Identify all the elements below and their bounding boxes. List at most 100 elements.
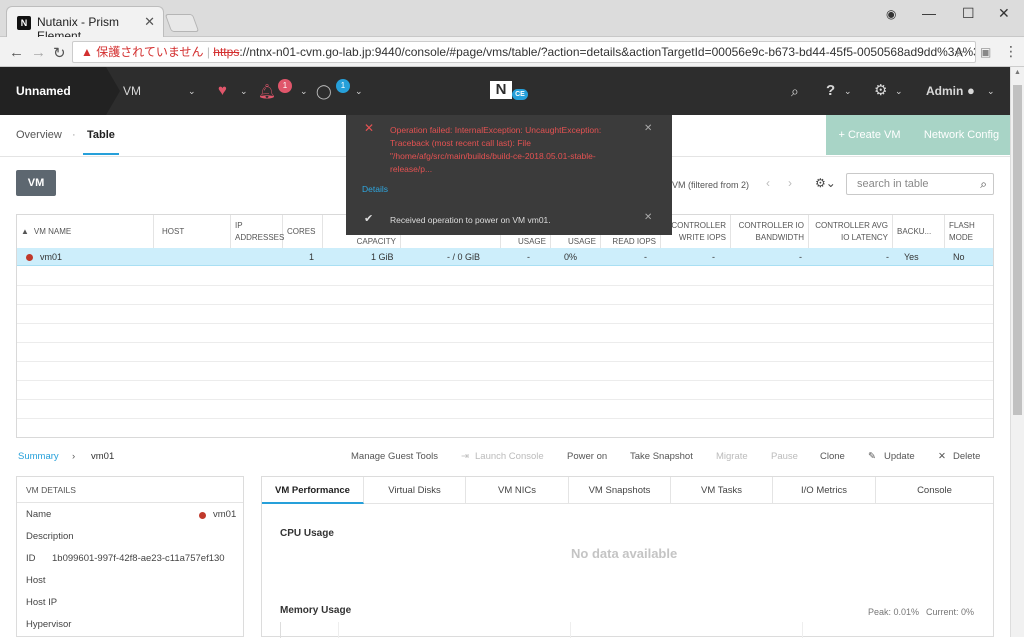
- gear-icon[interactable]: ⚙: [874, 67, 887, 115]
- flash-mode-cell: No: [953, 252, 965, 262]
- power-on-button[interactable]: Power on: [567, 451, 607, 462]
- header-latency[interactable]: CONTROLLER AVG IO LATENCY: [809, 215, 893, 248]
- filtered-count-text: VM (filtered from 2): [672, 180, 750, 190]
- cpu-usage-title: CPU Usage: [280, 528, 334, 539]
- memory-current: Current: 0%: [926, 607, 975, 617]
- scrollbar-thumb[interactable]: [1013, 85, 1022, 415]
- sort-asc-icon: ▲: [21, 226, 29, 236]
- url-scheme: https: [213, 45, 240, 59]
- chevron-down-icon[interactable]: ⌄: [895, 67, 903, 115]
- manage-guest-tools-button[interactable]: Manage Guest Tools: [351, 451, 438, 462]
- new-tab-button[interactable]: [164, 14, 200, 32]
- not-secure-label: 保護されていません: [96, 45, 204, 59]
- header-backup[interactable]: BACKU...: [893, 215, 945, 248]
- next-page-icon[interactable]: ›: [788, 176, 792, 190]
- vm-entity-button[interactable]: VM: [16, 170, 56, 196]
- tab-vm-performance[interactable]: VM Performance: [262, 477, 364, 504]
- table-row[interactable]: vm01 1 1 GiB - / 0 GiB - 0% - - - - Yes …: [17, 248, 993, 266]
- alerts-bell-icon[interactable]: 🔔︎: [258, 67, 276, 115]
- header-bandwidth[interactable]: CONTROLLER IO BANDWIDTH: [731, 215, 809, 248]
- vm-details-title: VM DETAILS: [17, 477, 243, 503]
- main-menu-vm[interactable]: VM: [123, 67, 141, 115]
- tab-vm-nics[interactable]: VM NICs: [466, 477, 569, 504]
- tab-overview[interactable]: Overview: [16, 129, 62, 141]
- take-snapshot-button[interactable]: Take Snapshot: [630, 451, 693, 462]
- header-flash-mode[interactable]: FLASH MODE: [945, 215, 993, 248]
- name-value: vm01: [213, 509, 237, 520]
- delete-button[interactable]: Delete: [953, 451, 980, 462]
- chevron-down-icon[interactable]: ⌄: [300, 67, 308, 115]
- help-icon[interactable]: ?: [826, 67, 835, 115]
- browser-tab-strip: N Nutanix - Prism Element ✕ ◉ — ☐ ✕: [0, 0, 1024, 43]
- tab-console[interactable]: Console: [876, 477, 993, 504]
- memory-peak: Peak: 0.01%: [868, 607, 920, 617]
- user-name[interactable]: Admin: [926, 67, 963, 115]
- update-button[interactable]: Update: [884, 451, 915, 462]
- forward-arrow-icon[interactable]: →: [31, 44, 46, 61]
- search-icon[interactable]: ⌕: [791, 67, 799, 115]
- prism-header: Unnamed VM ⌄ ♥ ⌄ 🔔︎ 1 ⌄ ◯ 1 ⌄ N CE ⌕ ? ⌄…: [0, 67, 1010, 115]
- maximize-icon[interactable]: ☐: [962, 5, 975, 22]
- chevron-down-icon[interactable]: ⌄: [240, 67, 248, 115]
- pencil-icon: ✎: [868, 451, 876, 462]
- network-config-button[interactable]: Network Config: [913, 115, 1010, 155]
- vm-performance-panel: VM Performance Virtual Disks VM NICs VM …: [261, 476, 994, 638]
- id-value: 1b099601-997f-42f8-ae23-c11a757ef130: [52, 553, 225, 564]
- summary-link[interactable]: Summary: [18, 451, 59, 462]
- url-bar[interactable]: ▲ 保護されていません | https://ntnx-n01-cvm.go-la…: [72, 41, 976, 63]
- table-search-input[interactable]: search in table ⌕: [846, 173, 994, 195]
- table-settings-gear-icon[interactable]: ⚙⌄: [815, 176, 836, 190]
- health-heart-icon[interactable]: ♥: [218, 67, 227, 115]
- tab-vm-snapshots[interactable]: VM Snapshots: [569, 477, 671, 504]
- header-vm-name[interactable]: ▲ VM NAME: [17, 215, 154, 248]
- chevron-down-icon[interactable]: ⌄: [355, 67, 363, 115]
- success-check-icon: ✔: [364, 213, 374, 225]
- close-tab-icon[interactable]: ✕: [144, 14, 155, 30]
- reload-icon[interactable]: ↻: [53, 44, 66, 62]
- id-label: ID: [26, 553, 36, 564]
- tab-io-metrics[interactable]: I/O Metrics: [773, 477, 876, 504]
- profile-icon[interactable]: ◉: [886, 7, 896, 21]
- pause-button[interactable]: Pause: [771, 451, 798, 462]
- create-vm-button[interactable]: + Create VM: [826, 115, 913, 155]
- error-x-icon: ✕: [364, 121, 375, 135]
- prev-page-icon[interactable]: ‹: [766, 176, 770, 190]
- cluster-name[interactable]: Unnamed: [0, 67, 120, 115]
- chevron-down-icon[interactable]: ⌄: [188, 67, 196, 115]
- clone-button[interactable]: Clone: [820, 451, 845, 462]
- search-placeholder: search in table: [857, 178, 929, 190]
- dismiss-success-icon[interactable]: ✕: [644, 211, 652, 224]
- extension-icon[interactable]: ▣: [980, 45, 991, 59]
- tasks-circle-icon[interactable]: ◯: [316, 67, 332, 115]
- read-iops-cell: -: [644, 252, 647, 262]
- nutanix-logo: N: [490, 81, 512, 99]
- menu-kebab-icon[interactable]: ⋮: [1004, 43, 1018, 60]
- header-ip[interactable]: IP ADDRESSES: [231, 215, 284, 248]
- tab-virtual-disks[interactable]: Virtual Disks: [364, 477, 466, 504]
- tab-table[interactable]: Table: [83, 129, 119, 155]
- url-text: ://ntnx-n01-cvm.go-lab.jp:9440/console/#…: [239, 45, 976, 59]
- chevron-down-icon[interactable]: ⌄: [987, 67, 995, 115]
- warning-triangle-icon: ▲: [81, 45, 97, 59]
- close-window-icon[interactable]: ✕: [998, 5, 1010, 22]
- bookmark-star-icon[interactable]: ☆: [954, 45, 966, 61]
- details-link[interactable]: Details: [362, 183, 388, 196]
- minimize-icon[interactable]: —: [922, 5, 936, 21]
- back-arrow-icon[interactable]: ←: [9, 44, 24, 61]
- vm-table: ▲ VM NAME HOST IP ADDRESSES CORES CAPACIT…: [16, 214, 994, 438]
- launch-console-button[interactable]: Launch Console: [475, 451, 544, 462]
- cores-cell: 1: [309, 252, 315, 262]
- selected-vm-name: vm01: [91, 451, 115, 462]
- header-host[interactable]: HOST: [154, 215, 231, 248]
- tab-vm-tasks[interactable]: VM Tasks: [671, 477, 773, 504]
- page-scrollbar[interactable]: ▲: [1010, 67, 1024, 637]
- latency-cell: -: [886, 252, 889, 262]
- header-cores[interactable]: CORES: [283, 215, 323, 248]
- dismiss-error-icon[interactable]: ✕: [644, 122, 652, 135]
- row-divider: [17, 380, 993, 381]
- browser-tab[interactable]: N Nutanix - Prism Element ✕: [6, 6, 164, 43]
- user-avatar-icon[interactable]: ●: [967, 67, 975, 115]
- scroll-up-icon[interactable]: ▲: [1014, 69, 1021, 76]
- chevron-down-icon[interactable]: ⌄: [844, 67, 852, 115]
- migrate-button[interactable]: Migrate: [716, 451, 748, 462]
